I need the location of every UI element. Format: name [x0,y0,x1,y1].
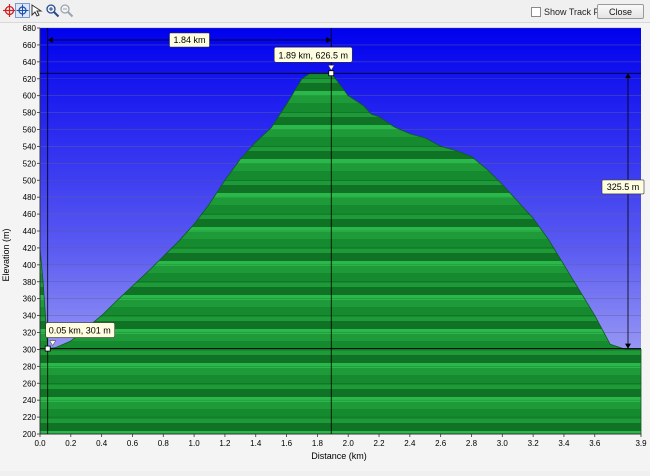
x-tick-label: 1.8 [312,439,324,448]
y-tick-label: 200 [23,430,37,439]
point-b-label: 1.89 km, 626.5 m [278,50,348,60]
elevation-profile-chart[interactable]: 0.0 0.2 0.4 0.6 0.8 1.0 1.2 1.4 1.6 1.8 2.0 2.2 2.4 2… [0,23,650,471]
y-tick-label: 220 [23,413,37,422]
x-tick-label: 0.6 [127,439,139,448]
x-tick-label: 3.6 [589,439,601,448]
y-tick-label: 400 [23,261,37,270]
x-tick-label: 3.0 [497,439,509,448]
y-tick-label: 440 [23,227,37,236]
y-tick-label: 280 [23,362,37,371]
y-tick-label: 240 [23,396,37,405]
y-tick-label: 460 [23,210,37,219]
elevation-chart-svg[interactable]: 0.0 0.2 0.4 0.6 0.8 1.0 1.2 1.4 1.6 1.8 2.0 2.2 2.4 2… [0,23,650,471]
elevation-diff-label: 325.5 m [607,182,640,192]
x-tick-label: 1.2 [219,439,231,448]
cursor-arrow-icon[interactable] [29,3,44,18]
x-tick-label: 1.6 [281,439,293,448]
y-tick-label: 620 [23,75,37,84]
x-tick-label: 0.0 [34,439,46,448]
y-tick-label: 600 [23,92,37,101]
y-tick-label: 520 [23,159,37,168]
y-tick-label: 340 [23,312,37,321]
x-axis-label: Distance (km) [311,451,367,461]
y-axis-label: Elevation (m) [1,228,11,281]
y-tick-label: 680 [23,24,37,33]
y-tick-label: 360 [23,295,37,304]
x-tick-label: 2.2 [373,439,385,448]
point-b-marker[interactable] [328,70,335,77]
y-tick-label: 500 [23,176,37,185]
x-tick-label: 0.8 [158,439,170,448]
x-tick-label: 2.6 [435,439,447,448]
x-tick-label: 3.2 [528,439,540,448]
distance-label: 1.84 km [173,35,205,45]
x-tick-label: 1.4 [250,439,262,448]
x-tick-label: 3.4 [558,439,570,448]
close-button[interactable]: Close [597,4,644,19]
toolbar: Show Track Points Close [0,0,650,23]
y-tick-label: 660 [23,41,37,50]
x-tick-label: 2.4 [404,439,416,448]
x-tick-label: 3.9 [635,439,647,448]
x-tick-label: 2.8 [466,439,478,448]
show-track-points-checkbox[interactable] [531,7,541,17]
point-a-marker[interactable] [44,345,51,352]
y-tick-label: 580 [23,109,37,118]
zoom-out-icon[interactable] [59,3,74,18]
y-tick-label: 320 [23,329,37,338]
y-tick-label: 480 [23,193,37,202]
y-tick-label: 640 [23,58,37,67]
x-tick-label: 2.0 [343,439,355,448]
zoom-in-icon[interactable] [45,3,60,18]
y-tick-label: 380 [23,278,37,287]
y-tick-label: 540 [23,142,37,151]
x-tick-label: 0.4 [96,439,108,448]
y-tick-label: 300 [23,345,37,354]
x-tick-label: 1.0 [189,439,201,448]
y-tick-label: 260 [23,379,37,388]
x-tick-label: 0.2 [65,439,77,448]
measure-icon[interactable] [15,3,30,18]
y-tick-label: 560 [23,126,37,135]
point-a-label: 0.05 km, 301 m [49,326,111,336]
y-tick-label: 420 [23,244,37,253]
